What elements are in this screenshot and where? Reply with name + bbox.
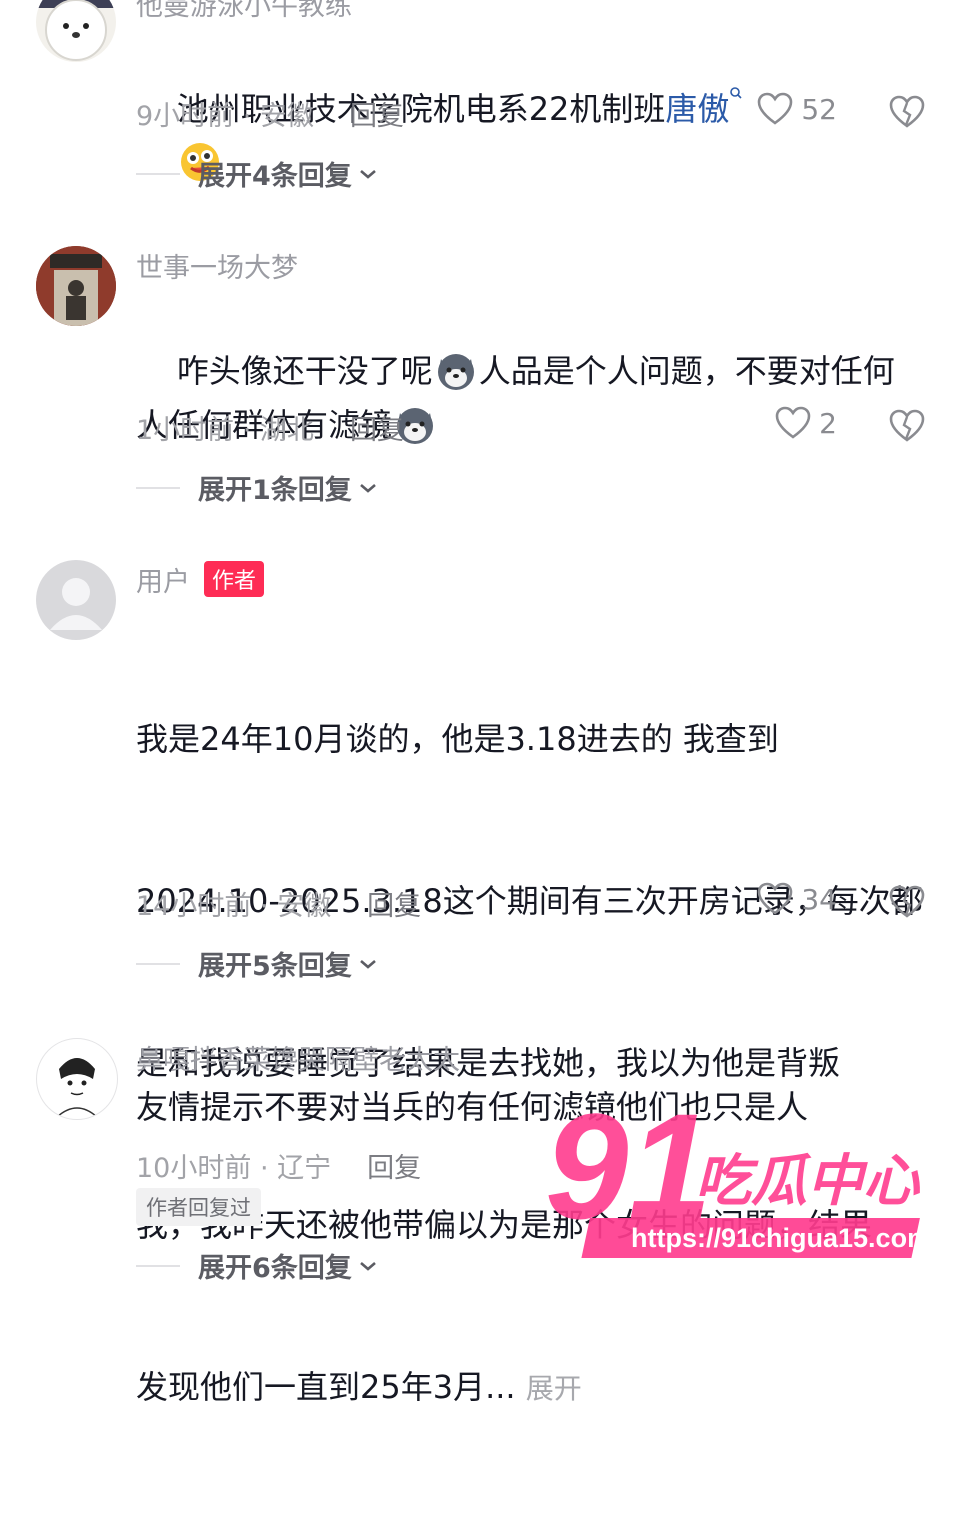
comment-meta: 14小时前 · 安徽 回复 [136, 884, 421, 923]
comment-time-location: 1小时前 · 湖北 [136, 415, 314, 446]
chevron-down-icon [359, 1261, 376, 1271]
chevron-down-icon [359, 169, 376, 179]
watermark-title: 吃瓜中心 [695, 1149, 921, 1214]
comment-item: 用户 作者 我是24年10月谈的，他是3.18进去的 我查到 2024.10-20… [0, 556, 963, 1406]
chevron-down-icon [359, 959, 376, 969]
husky-emoji-icon [437, 354, 474, 390]
comment-line: 我是24年10月谈的，他是3.18进去的 我查到 [136, 720, 779, 758]
comment-username[interactable]: 他曼游泳小牛教练 [136, 0, 352, 23]
comment-item: 他曼游泳小牛教练 池州职业技术学院机电系22机制班唐傲 9小时前 · 安徽 回复 … [0, 0, 963, 210]
like-count: 2 [819, 406, 837, 440]
chevron-down-icon [359, 483, 376, 493]
comment-username[interactable]: 鼻嘎拌香菜馋哭隔壁老太太 [136, 1038, 460, 1077]
heart-icon [758, 882, 793, 915]
expand-replies-button[interactable]: 展开5条回复 [136, 944, 378, 983]
broken-heart-icon[interactable] [889, 94, 925, 130]
comment-username[interactable]: 用户 作者 [136, 560, 265, 599]
expand-replies-label: 展开6条回复 [198, 1253, 352, 1284]
expand-replies-label: 展开5条回复 [198, 951, 352, 982]
divider [136, 1264, 180, 1267]
heart-icon [758, 92, 793, 125]
author-replied-badge: 作者回复过 [136, 1188, 261, 1226]
site-watermark: 91 吃瓜中心 https://91chigua15.com [545, 1082, 955, 1270]
like-button[interactable]: 34 [757, 882, 837, 916]
divider [136, 172, 180, 175]
author-badge: 作者 [204, 561, 265, 597]
comment-meta: 1小时前 · 湖北 回复 [136, 408, 404, 447]
expand-replies-label: 展开4条回复 [198, 161, 352, 192]
comment-time-location: 14小时前 · 安徽 [136, 891, 332, 922]
default-avatar-icon[interactable] [36, 560, 116, 640]
watermark-url: https://91chigua15.com [631, 1223, 931, 1253]
like-button[interactable]: 52 [757, 92, 837, 126]
username-label: 用户 [136, 567, 190, 598]
comment-line: 发现他们一直到25年3月... 展开 [136, 1368, 582, 1406]
expand-replies-label: 展开1条回复 [198, 475, 352, 506]
broken-heart-icon[interactable] [889, 884, 925, 920]
sketch-avatar-icon[interactable] [36, 1038, 118, 1120]
divider [136, 486, 180, 489]
comment-item: 世事一场大梦 咋头像还干没了呢 人品是个人问题，不要对任何 人任何群体有滤镜 1小时… [0, 240, 963, 530]
reply-button[interactable]: 回复 [350, 101, 404, 132]
comment-time-location: 9小时前 · 安徽 [136, 101, 314, 132]
expand-replies-button[interactable]: 展开1条回复 [136, 468, 378, 507]
expand-replies-button[interactable]: 展开6条回复 [136, 1246, 378, 1285]
heart-icon [775, 406, 811, 439]
search-icon [730, 87, 743, 99]
like-count: 52 [801, 92, 837, 126]
like-button[interactable]: 2 [775, 406, 837, 440]
comment-meta: 10小时前 · 辽宁 回复 [136, 1146, 421, 1185]
reply-button[interactable]: 回复 [367, 891, 421, 922]
expand-replies-button[interactable]: 展开4条回复 [136, 154, 378, 193]
comment-text: 池州职业技术学院机电系22机制班唐傲 [136, 28, 936, 244]
expand-text-link[interactable]: 展开 [526, 1372, 582, 1405]
comment-time-location: 10小时前 · 辽宁 [136, 1153, 332, 1184]
bear-avatar-icon[interactable] [36, 0, 116, 62]
broken-heart-icon[interactable] [889, 408, 925, 444]
reply-button[interactable]: 回复 [367, 1153, 421, 1184]
photo-avatar-icon[interactable] [36, 246, 116, 326]
like-count: 34 [801, 882, 837, 916]
comment-username[interactable]: 世事一场大梦 [136, 246, 298, 285]
mention-link[interactable]: 唐傲 [665, 90, 729, 128]
reply-button[interactable]: 回复 [350, 415, 404, 446]
comment-meta: 9小时前 · 安徽 回复 [136, 94, 404, 133]
divider [136, 962, 180, 965]
